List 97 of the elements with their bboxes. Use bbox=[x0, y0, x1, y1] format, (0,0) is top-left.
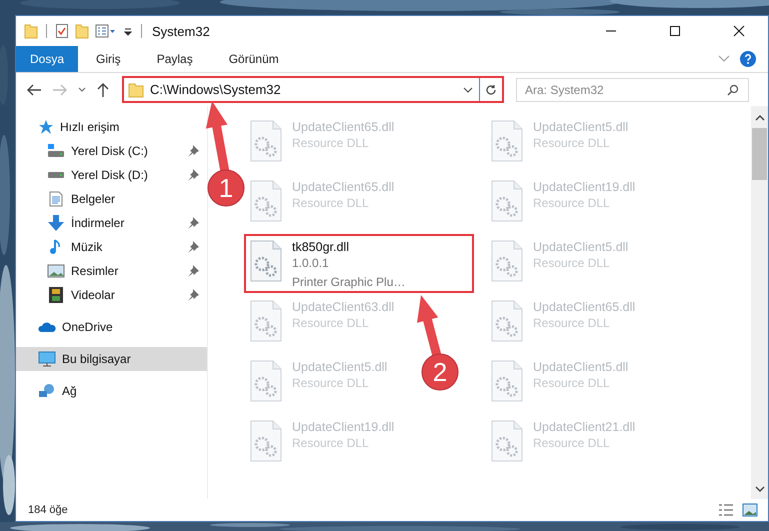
details-view-icon[interactable] bbox=[718, 503, 734, 517]
pin-icon[interactable] bbox=[187, 217, 199, 229]
document-icon bbox=[47, 191, 65, 207]
file-detail: Resource DLL bbox=[533, 315, 611, 332]
nav-item[interactable]: Yerel Disk (C:) bbox=[16, 139, 207, 163]
address-field[interactable]: C:\Windows\System32 bbox=[124, 78, 480, 101]
gear-file-icon bbox=[491, 240, 523, 282]
download-arrow-icon bbox=[47, 215, 65, 231]
file-name: UpdateClient5.dll bbox=[533, 120, 628, 134]
pin-icon[interactable] bbox=[187, 241, 199, 253]
nav-item[interactable]: İndirmeler bbox=[16, 211, 207, 235]
star-icon bbox=[38, 119, 54, 135]
minimize-icon bbox=[605, 30, 617, 32]
pin-icon[interactable] bbox=[187, 169, 199, 181]
number-badge: 1 bbox=[208, 170, 244, 206]
file-detail: Resource DLL bbox=[533, 255, 611, 272]
address-path: C:\Windows\System32 bbox=[150, 82, 282, 97]
arrow bbox=[206, 101, 230, 173]
gear-file-icon bbox=[250, 120, 282, 162]
file-detail: Resource DLL bbox=[292, 435, 370, 452]
file-name: UpdateClient65.dll bbox=[533, 300, 636, 314]
file-detail: Resource DLL bbox=[292, 375, 370, 392]
network-icon bbox=[38, 383, 56, 399]
back-arrow-icon[interactable] bbox=[26, 82, 42, 96]
pin-icon[interactable] bbox=[187, 145, 199, 157]
gear-file-icon bbox=[491, 360, 523, 402]
search-icon bbox=[727, 84, 739, 96]
file-name: UpdateClient5.dll bbox=[533, 240, 628, 254]
nav-item[interactable]: Resimler bbox=[16, 259, 207, 283]
gear-file-icon bbox=[491, 180, 523, 222]
pin-icon[interactable] bbox=[187, 265, 199, 277]
ribbon-tab[interactable]: Dosya bbox=[16, 46, 78, 72]
properties-icon[interactable] bbox=[95, 23, 117, 39]
chevron-down-icon[interactable] bbox=[463, 86, 473, 92]
nav-item[interactable]: Hızlı erişim bbox=[16, 115, 207, 139]
refresh-icon bbox=[485, 84, 497, 96]
gear-file-icon bbox=[250, 360, 282, 402]
ribbon-tab[interactable]: Paylaş bbox=[138, 46, 211, 72]
nav-item[interactable]: Videolar bbox=[16, 283, 207, 307]
file-item[interactable]: tk850gr.dll 1.0.0.1 Printer Graphic Plu… bbox=[244, 234, 474, 293]
nav-item[interactable]: Yerel Disk (D:) bbox=[16, 163, 207, 187]
file-name: UpdateClient65.dll bbox=[292, 120, 394, 134]
scroll-up-icon[interactable] bbox=[754, 114, 764, 122]
gear-file-icon bbox=[250, 180, 282, 222]
window-title: System32 bbox=[152, 24, 210, 38]
monitor-icon bbox=[38, 351, 56, 367]
drive-icon bbox=[47, 172, 65, 178]
item-count: 184 öğe bbox=[28, 504, 68, 516]
scroll-down-icon[interactable] bbox=[754, 485, 764, 493]
arrow bbox=[417, 295, 442, 358]
file-name: UpdateClient63.dll bbox=[292, 300, 394, 314]
pin-icon[interactable] bbox=[187, 289, 199, 301]
checklist-icon[interactable] bbox=[55, 23, 69, 39]
file-name: UpdateClient19.dll bbox=[292, 420, 394, 434]
cloud-icon bbox=[38, 321, 56, 333]
chevron-down-icon[interactable] bbox=[78, 86, 86, 92]
nav-item[interactable]: Bu bilgisayar bbox=[16, 347, 207, 371]
file-name: UpdateClient5.dll bbox=[533, 360, 628, 374]
file-detail: Resource DLL bbox=[292, 195, 370, 212]
file-detail: 1.0.0.1 bbox=[292, 255, 330, 272]
nav-item[interactable]: Ağ bbox=[16, 379, 207, 403]
gear-file-icon bbox=[491, 420, 523, 462]
file-detail: Resource DLL bbox=[533, 135, 611, 152]
scrollbar[interactable] bbox=[751, 106, 768, 499]
up-arrow-icon[interactable] bbox=[96, 82, 110, 98]
file-detail: Resource DLL bbox=[292, 135, 370, 152]
drive-icon bbox=[47, 144, 65, 158]
gear-file-icon bbox=[491, 120, 523, 162]
file-name: tk850gr.dll bbox=[292, 240, 350, 254]
file-detail: Printer Graphic Plu… bbox=[292, 274, 406, 291]
file-detail: Resource DLL bbox=[533, 375, 611, 392]
gear-file-icon bbox=[491, 300, 523, 342]
nav-item[interactable]: OneDrive bbox=[16, 315, 207, 339]
file-name: UpdateClient19.dll bbox=[533, 180, 636, 194]
maximize-icon bbox=[669, 25, 681, 37]
file-detail: Resource DLL bbox=[533, 195, 611, 212]
large-icons-view-icon[interactable] bbox=[742, 503, 758, 517]
gear-file-icon bbox=[250, 300, 282, 342]
film-icon bbox=[47, 287, 65, 303]
close-icon bbox=[733, 25, 745, 37]
folder-icon bbox=[128, 82, 144, 98]
file-detail: Resource DLL bbox=[292, 315, 370, 332]
gear-file-icon bbox=[250, 240, 282, 282]
file-name: UpdateClient5.dll bbox=[292, 360, 388, 374]
ribbon-tab[interactable]: Görünüm bbox=[210, 46, 297, 72]
nav-item[interactable]: Belgeler bbox=[16, 187, 207, 211]
nav-item[interactable]: Müzik bbox=[16, 235, 207, 259]
scroll-thumb[interactable] bbox=[752, 128, 767, 180]
help-icon[interactable] bbox=[740, 51, 756, 67]
file-detail: Resource DLL bbox=[533, 435, 611, 452]
gear-file-icon bbox=[250, 420, 282, 462]
search-field[interactable]: Ara: System32 bbox=[516, 78, 749, 102]
picture-icon bbox=[47, 263, 65, 279]
number-badge: 2 bbox=[422, 354, 458, 390]
file-name: UpdateClient21.dll bbox=[533, 420, 636, 434]
file-name: UpdateClient65.dll bbox=[292, 180, 394, 194]
ribbon-tab[interactable]: Giriş bbox=[78, 46, 139, 72]
